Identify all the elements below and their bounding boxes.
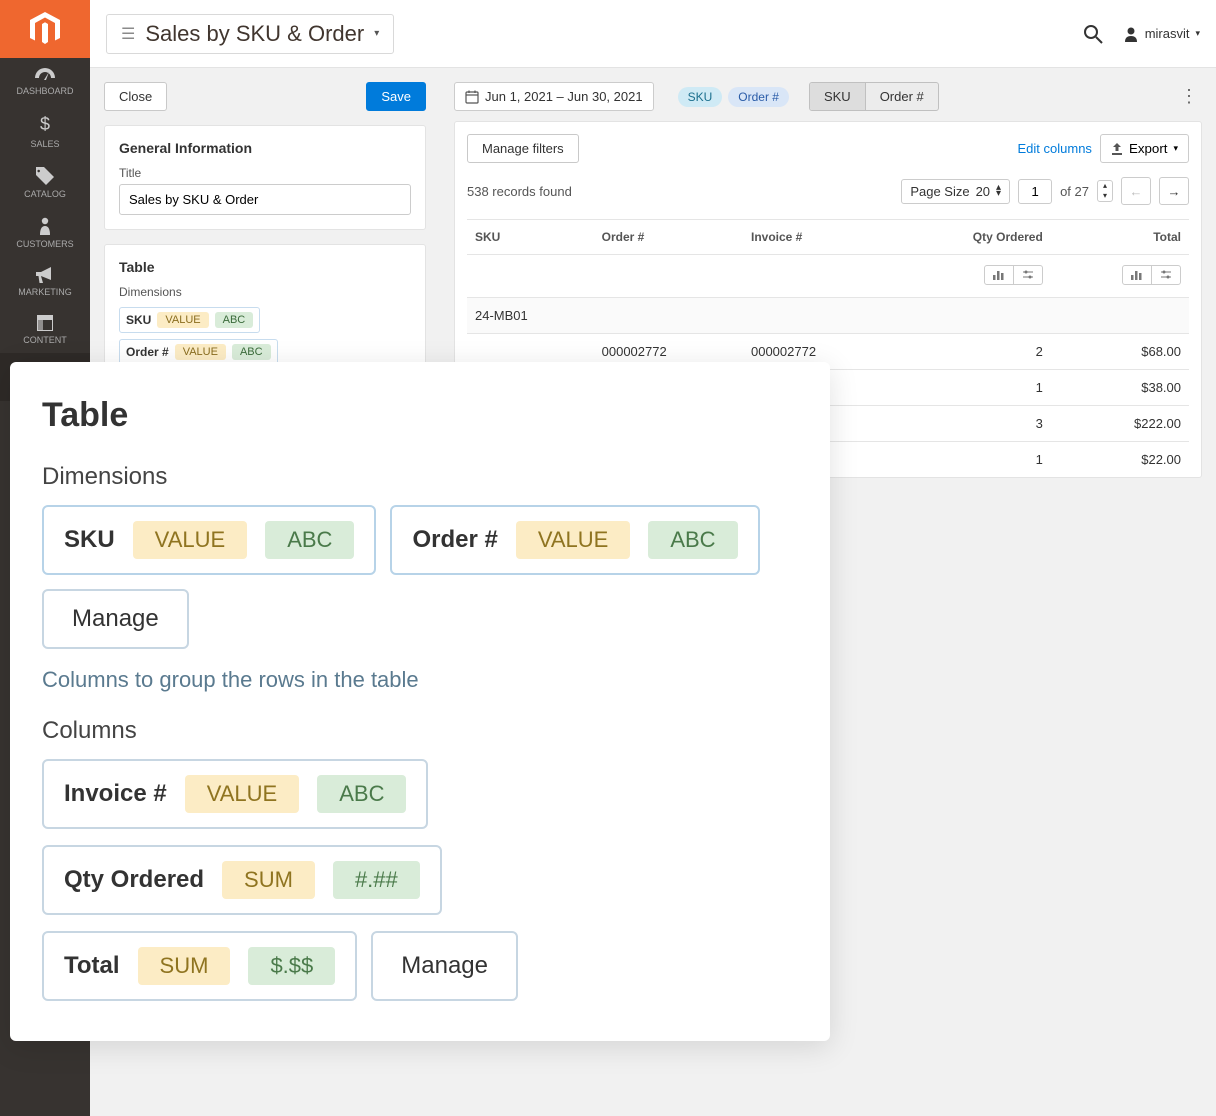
save-button[interactable]: Save <box>366 82 426 111</box>
user-menu[interactable]: mirasvit ▾ <box>1123 26 1200 42</box>
page-stepper[interactable]: ▴ ▾ <box>1097 180 1113 202</box>
column-item[interactable]: Invoice # VALUE ABC <box>42 759 428 829</box>
overlay-columns-heading: Columns <box>42 717 798 745</box>
nav-content[interactable]: CONTENT <box>0 305 90 353</box>
dashboard-icon <box>0 68 90 82</box>
page-total: of 27 <box>1060 184 1089 199</box>
megaphone-icon <box>0 267 90 283</box>
more-menu-icon[interactable]: ⋮ <box>1176 86 1202 107</box>
dimensions-label: Dimensions <box>119 285 411 299</box>
nav-dashboard[interactable]: DASHBOARD <box>0 58 90 104</box>
export-button[interactable]: Export ▾ <box>1100 134 1189 163</box>
edit-columns-button[interactable]: Edit columns <box>1018 134 1092 163</box>
col-total[interactable]: Total <box>1051 220 1189 255</box>
settings-icon <box>1014 266 1042 284</box>
title-input[interactable] <box>119 184 411 215</box>
general-info-card: General Information Title <box>104 125 426 230</box>
close-button[interactable]: Close <box>104 82 167 111</box>
nav-label: SALES <box>30 139 59 149</box>
settings-icon <box>1152 266 1180 284</box>
dimension-item[interactable]: SKU VALUE ABC <box>42 505 376 575</box>
col-sku[interactable]: SKU <box>467 220 594 255</box>
nav-catalog[interactable]: CATALOG <box>0 157 90 207</box>
dimension-item[interactable]: Order # VALUE ABC <box>390 505 759 575</box>
table-config-popup: Table Dimensions SKU VALUE ABC Order # V… <box>10 362 830 1041</box>
manage-dimensions-button[interactable]: Manage <box>42 589 189 649</box>
table-header-row: SKU Order # Invoice # Qty Ordered Total <box>467 220 1189 255</box>
prev-page-button[interactable]: ← <box>1121 177 1151 205</box>
page-size-select[interactable]: Page Size 20 ▴▾ <box>901 179 1010 204</box>
caret-down-icon: ▾ <box>1195 28 1200 39</box>
dimension-pill[interactable]: SKU VALUE ABC <box>119 307 260 333</box>
bar-chart-icon <box>1123 266 1152 284</box>
segment-order[interactable]: Order # <box>866 83 938 110</box>
next-page-button[interactable]: → <box>1159 177 1189 205</box>
title-label: Title <box>119 166 411 180</box>
calendar-icon <box>465 90 479 104</box>
group-by-segment: SKU Order # <box>809 82 939 111</box>
nav-sales[interactable]: $ SALES <box>0 104 90 157</box>
column-item[interactable]: Qty Ordered SUM #.## <box>42 845 442 915</box>
magento-logo[interactable] <box>0 0 90 58</box>
table-heading: Table <box>119 259 411 275</box>
page-input[interactable] <box>1018 179 1052 204</box>
nav-label: CONTENT <box>23 335 67 345</box>
caret-down-icon: ▾ <box>374 28 379 39</box>
general-heading: General Information <box>119 140 411 156</box>
col-order[interactable]: Order # <box>594 220 743 255</box>
manage-columns-button[interactable]: Manage <box>371 931 518 1001</box>
nav-label: CATALOG <box>24 189 66 199</box>
total-chart-toggle[interactable] <box>1122 265 1181 285</box>
manage-filters-button[interactable]: Manage filters <box>467 134 579 163</box>
sort-carets-icon: ▴▾ <box>996 185 1001 197</box>
chip-sku[interactable]: SKU <box>678 87 723 107</box>
tag-icon <box>0 167 90 185</box>
col-invoice[interactable]: Invoice # <box>743 220 892 255</box>
report-title-dropdown[interactable]: ☰ Sales by SKU & Order ▾ <box>106 14 394 54</box>
nav-label: CUSTOMERS <box>16 239 73 249</box>
user-icon <box>1123 26 1139 42</box>
page-title: Sales by SKU & Order <box>145 21 364 47</box>
overlay-heading: Table <box>42 396 798 435</box>
segment-sku[interactable]: SKU <box>810 83 866 110</box>
column-item[interactable]: Total SUM $.$$ <box>42 931 357 1001</box>
nav-label: DASHBOARD <box>16 86 73 96</box>
username: mirasvit <box>1145 26 1190 41</box>
nav-label: MARKETING <box>18 287 72 297</box>
dollar-icon: $ <box>0 114 90 135</box>
stepper-up-icon[interactable]: ▴ <box>1098 181 1112 191</box>
records-count: 538 records found <box>467 184 572 199</box>
overlay-dimensions-heading: Dimensions <box>42 463 798 491</box>
date-range-picker[interactable]: Jun 1, 2021 – Jun 30, 2021 <box>454 82 654 111</box>
chip-order[interactable]: Order # <box>728 87 789 107</box>
date-range-text: Jun 1, 2021 – Jun 30, 2021 <box>485 89 643 104</box>
stepper-down-icon[interactable]: ▾ <box>1098 191 1112 201</box>
search-icon[interactable] <box>1083 24 1103 44</box>
table-config-card: Table Dimensions SKU VALUE ABC Order # V… <box>104 244 426 380</box>
upload-icon <box>1111 143 1123 155</box>
person-icon <box>0 217 90 235</box>
dimensions-hint: Columns to group the rows in the table <box>42 667 798 693</box>
col-qty[interactable]: Qty Ordered <box>892 220 1050 255</box>
hamburger-icon: ☰ <box>121 24 135 44</box>
caret-down-icon: ▾ <box>1173 143 1178 154</box>
layout-icon <box>0 315 90 331</box>
active-dimension-chips: SKU Order # <box>678 87 789 107</box>
magento-logo-icon <box>30 12 60 46</box>
table-row[interactable]: 24-MB01 <box>467 298 1189 334</box>
bar-chart-icon <box>985 266 1014 284</box>
table-toggle-row <box>467 255 1189 298</box>
nav-customers[interactable]: CUSTOMERS <box>0 207 90 257</box>
qty-chart-toggle[interactable] <box>984 265 1043 285</box>
topbar: ☰ Sales by SKU & Order ▾ mirasvit ▾ <box>90 0 1216 68</box>
nav-marketing[interactable]: MARKETING <box>0 257 90 305</box>
